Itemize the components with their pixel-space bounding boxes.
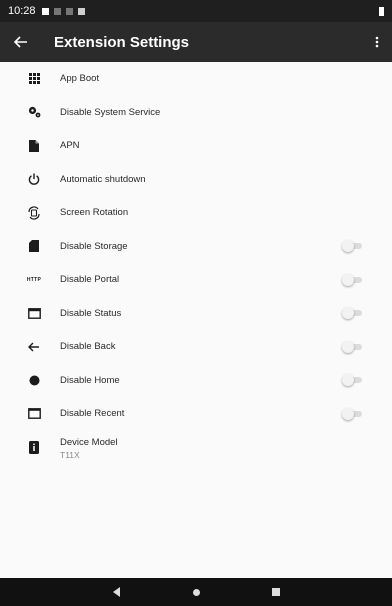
disable-storage-toggle[interactable] [342,240,364,253]
setting-disable-portal[interactable]: HTTP Disable Portal [0,263,392,297]
app-bar: Extension Settings [0,22,392,62]
setting-label: Disable Portal [60,274,120,286]
notification-icon [53,7,61,15]
disable-back-toggle[interactable] [342,340,364,353]
http-icon: HTTP [24,277,44,283]
settings-list: App Boot Disable System Service APN Auto… [0,62,392,475]
device-model-text: Device Model T11X [60,437,118,460]
device-info-icon [24,440,44,454]
circle-icon [24,375,44,386]
setting-label: Disable Status [60,307,122,319]
settings-gear-icon [77,7,85,15]
more-vert-icon[interactable] [362,22,392,62]
nav-home-icon [192,588,200,596]
notification-icon [65,7,73,15]
setting-disable-storage[interactable]: Disable Storage [0,230,392,264]
disable-portal-toggle[interactable] [342,273,364,286]
setting-automatic-shutdown[interactable]: Automatic shutdown [0,163,392,197]
setting-label: Disable Back [60,341,116,353]
setting-label: Automatic shutdown [60,173,146,185]
rotation-icon [24,206,44,220]
setting-label: Disable Home [60,374,120,386]
window-icon [24,408,44,420]
power-icon [24,173,44,186]
page-title: Extension Settings [54,33,190,51]
nav-home-button[interactable] [156,578,236,606]
setting-disable-home[interactable]: Disable Home [0,364,392,398]
nav-back-icon [112,587,120,597]
file-icon [24,139,44,152]
back-arrow-icon[interactable] [0,22,42,62]
status-window-icon [24,307,44,319]
disable-recent-toggle[interactable] [342,407,364,420]
system-nav-bar [0,578,392,606]
disable-home-toggle[interactable] [342,374,364,387]
setting-screen-rotation[interactable]: Screen Rotation [0,196,392,230]
setting-label: Device Model [60,436,118,448]
disable-status-toggle[interactable] [342,307,364,320]
setting-apn[interactable]: APN [0,129,392,163]
battery-icon [379,6,384,16]
setting-app-boot[interactable]: App Boot [0,62,392,96]
setting-label: Disable Storage [60,240,128,252]
setting-disable-status[interactable]: Disable Status [0,297,392,331]
nav-recent-icon [272,588,280,596]
setting-label: App Boot [60,73,100,85]
http-icon-text: HTTP [26,276,42,283]
setting-disable-recent[interactable]: Disable Recent [0,397,392,431]
nav-back-button[interactable] [76,578,156,606]
sd-card-icon [24,240,44,253]
setting-disable-back[interactable]: Disable Back [0,330,392,364]
status-time: 10:28 [8,5,36,17]
setting-device-model[interactable]: Device Model T11X [0,431,392,475]
setting-label: Disable System Service [60,106,161,118]
device-model-value: T11X [60,449,80,460]
nav-recent-button[interactable] [236,578,316,606]
setting-disable-system-service[interactable]: Disable System Service [0,96,392,130]
setting-label: Disable Recent [60,408,125,420]
apps-grid-icon [24,73,44,85]
status-bar: 10:28 [0,0,392,22]
status-notification-icons [41,7,85,15]
setting-label: APN [60,140,80,152]
notification-icon [41,7,49,15]
setting-label: Screen Rotation [60,207,129,219]
arrow-left-icon [24,342,44,352]
gears-icon [24,106,44,118]
